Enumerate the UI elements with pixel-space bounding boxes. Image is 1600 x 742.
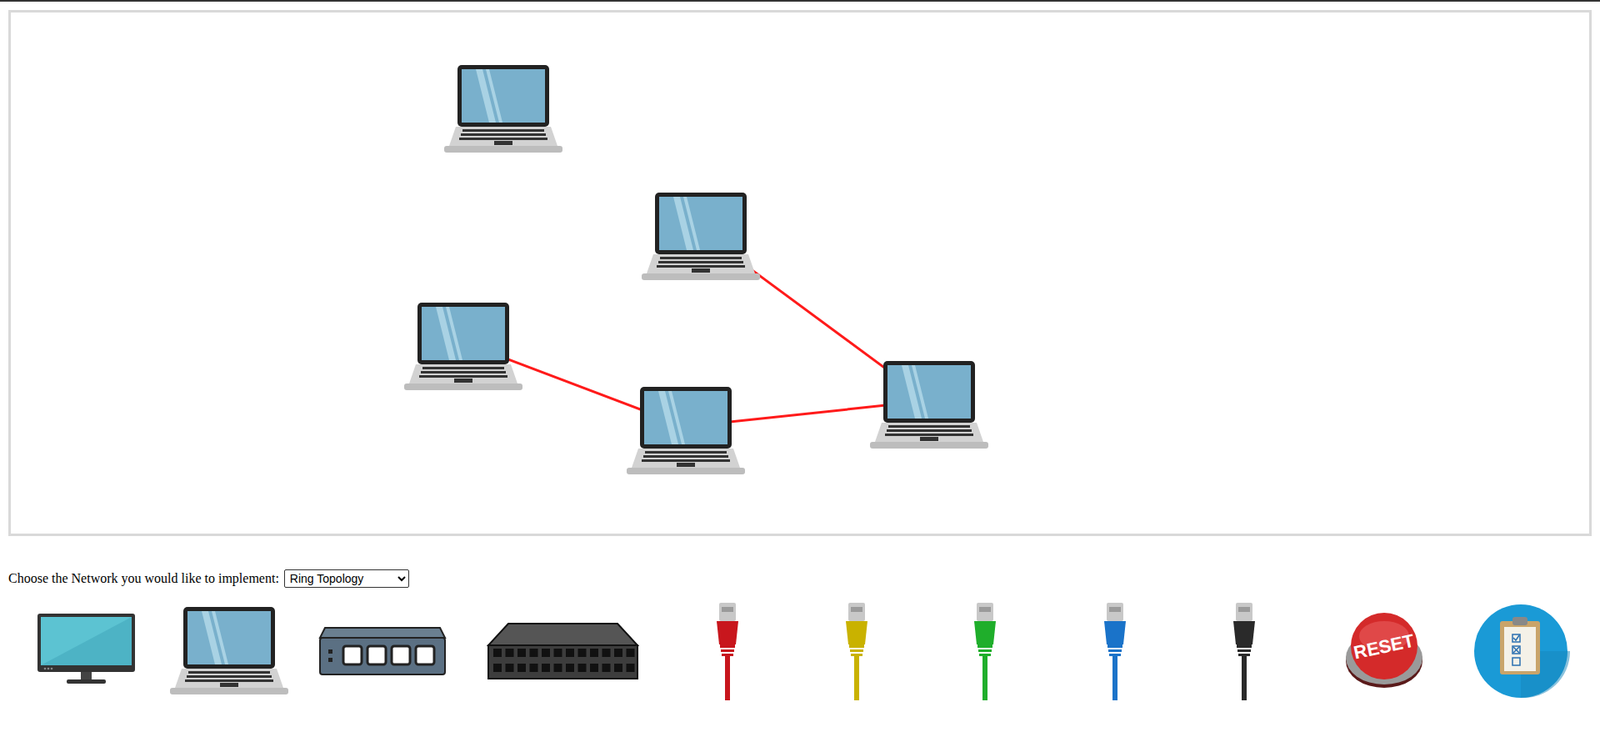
network-canvas[interactable]	[8, 10, 1592, 536]
laptop-node[interactable]	[626, 385, 745, 476]
cable-icon	[1227, 602, 1261, 700]
topology-select[interactable]: Ring Topology	[284, 569, 410, 588]
cable-icon	[1098, 602, 1132, 700]
switch-icon	[318, 625, 447, 676]
laptop-node[interactable]	[641, 191, 760, 282]
laptop-node[interactable]	[870, 360, 989, 450]
link-layer	[10, 12, 1590, 534]
cable-icon	[968, 602, 1002, 700]
laptop-icon	[444, 64, 563, 155]
cable-tool[interactable]	[1098, 602, 1132, 700]
laptop-node[interactable]	[444, 64, 563, 155]
svg-text:RESET: RESET	[1351, 630, 1416, 664]
cable-tool[interactable]	[1227, 602, 1261, 700]
laptop-icon	[870, 360, 989, 450]
topology-chooser: Choose the Network you would like to imp…	[8, 569, 1592, 588]
laptop-icon	[404, 301, 523, 392]
monitor-tool[interactable]	[37, 613, 135, 689]
topology-label: Choose the Network you would like to imp…	[8, 570, 280, 586]
cable-icon	[840, 602, 874, 700]
laptop-tool[interactable]	[170, 605, 289, 696]
reset-tool[interactable]: RESET	[1342, 609, 1426, 693]
monitor-icon	[37, 613, 135, 689]
laptop-icon	[641, 191, 760, 282]
checklist-icon	[1472, 604, 1570, 698]
large-switch-tool[interactable]	[486, 621, 640, 680]
reset-icon: RESET	[1342, 609, 1426, 693]
cable-tool[interactable]	[968, 602, 1002, 700]
cable-icon	[710, 602, 745, 700]
laptop-icon	[170, 605, 289, 696]
laptop-icon	[626, 385, 745, 476]
top-line	[0, 0, 1600, 2]
checklist-tool[interactable]	[1472, 604, 1570, 698]
device-palette: RESET	[8, 600, 1592, 701]
laptop-node[interactable]	[404, 301, 523, 392]
cable-tool[interactable]	[710, 602, 745, 700]
page: Choose the Network you would like to imp…	[0, 1, 1600, 701]
cable-tool[interactable]	[840, 602, 874, 700]
large-switch-icon	[486, 621, 640, 680]
switch-tool[interactable]	[318, 625, 447, 676]
